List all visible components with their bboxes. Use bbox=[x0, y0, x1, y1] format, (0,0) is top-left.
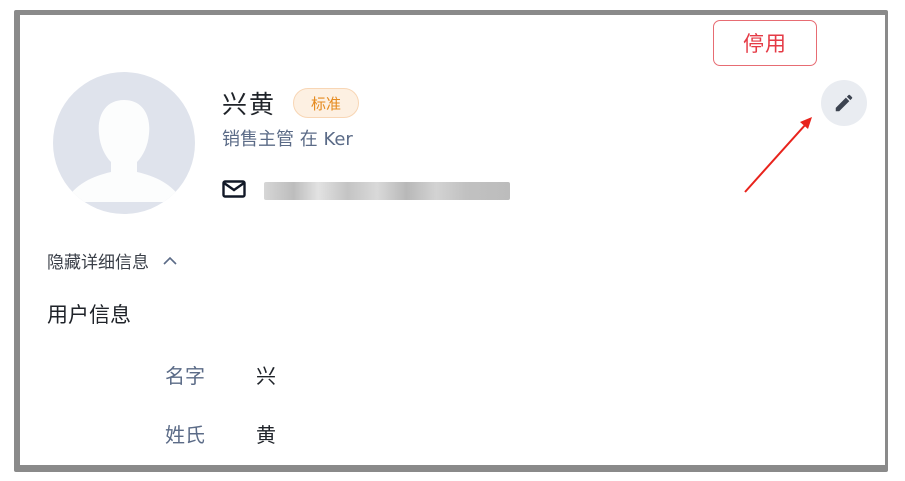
hide-details-toggle[interactable]: 隐藏详细信息 bbox=[47, 248, 177, 273]
edit-profile-button[interactable] bbox=[821, 80, 867, 126]
mail-icon bbox=[222, 180, 246, 198]
email-redacted bbox=[264, 182, 510, 200]
user-profile-panel: 停用 兴黄 标准 销售主管 在 Ker 隐藏详细信息 用户信息 名字 兴 姓氏 … bbox=[20, 15, 885, 465]
user-title-company: 销售主管 在 Ker bbox=[222, 129, 353, 150]
pencil-icon bbox=[835, 94, 853, 112]
last-name-value: 黄 bbox=[256, 423, 276, 447]
disable-user-button[interactable]: 停用 bbox=[713, 20, 817, 66]
chevron-up-icon bbox=[163, 256, 177, 265]
default-avatar-icon bbox=[53, 72, 195, 214]
first-name-value: 兴 bbox=[256, 364, 276, 388]
user-info-heading: 用户信息 bbox=[47, 303, 131, 327]
avatar bbox=[53, 72, 195, 214]
plan-badge: 标准 bbox=[293, 88, 359, 118]
hide-details-label: 隐藏详细信息 bbox=[47, 253, 149, 273]
user-name: 兴黄 bbox=[222, 90, 277, 119]
first-name-label: 名字 bbox=[165, 364, 205, 388]
last-name-label: 姓氏 bbox=[165, 423, 205, 447]
